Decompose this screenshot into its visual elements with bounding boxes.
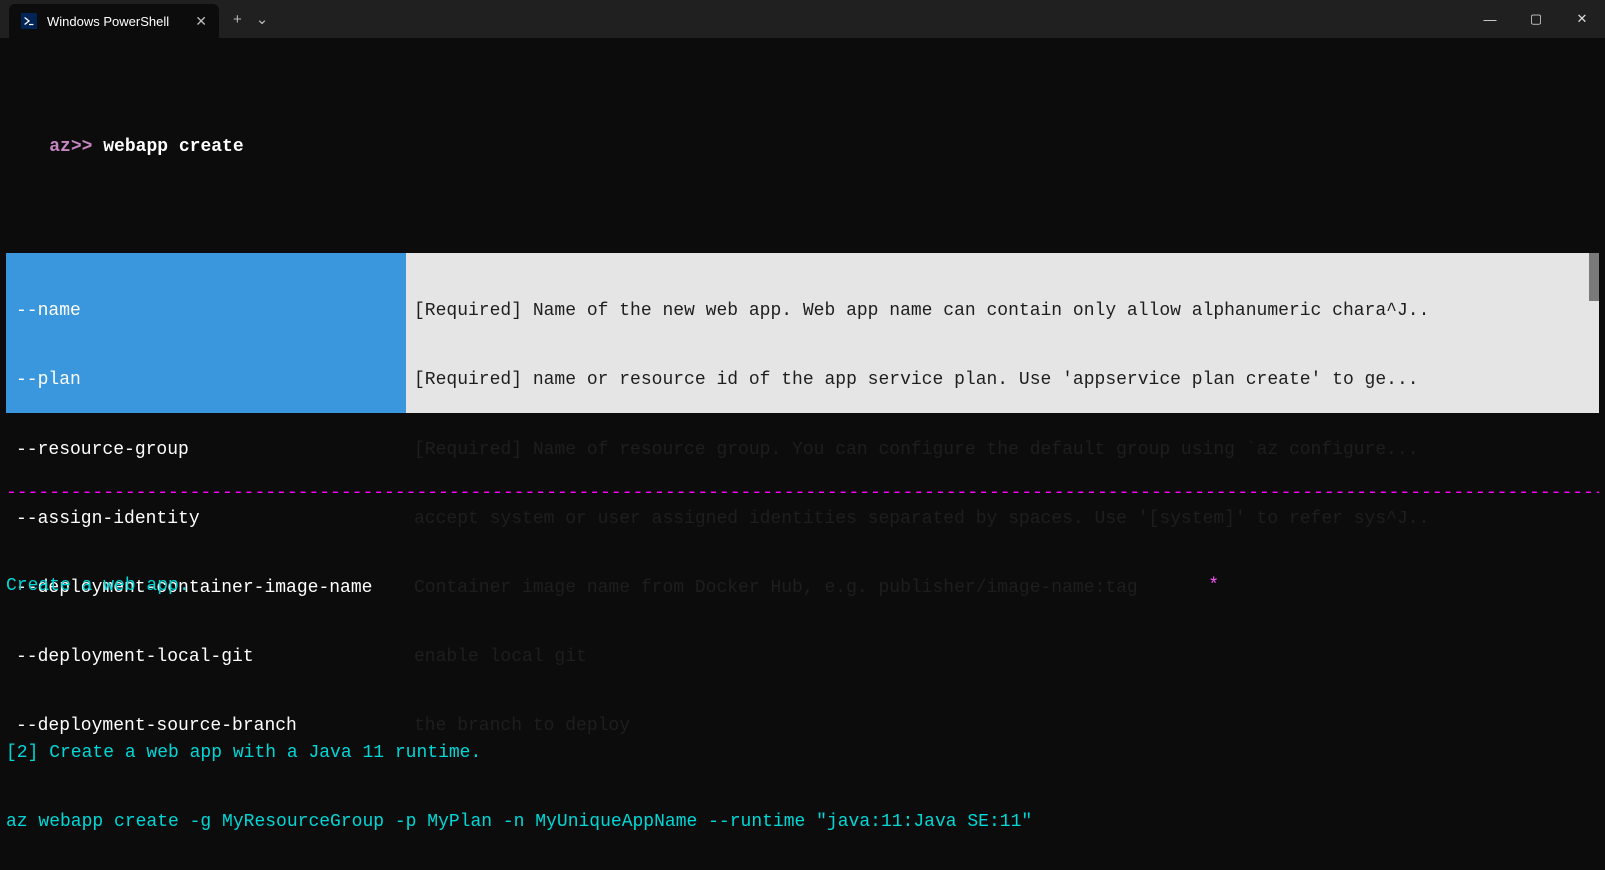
tab-title: Windows PowerShell: [47, 14, 185, 29]
close-button[interactable]: ✕: [1559, 0, 1605, 38]
suggestion-params[interactable]: --name --plan --resource-group --assign-…: [6, 253, 406, 413]
param-item[interactable]: --name: [16, 300, 396, 323]
command-description: Create a web app.: [6, 575, 190, 598]
terminal-area[interactable]: az>> webapp create --name --plan --resou…: [0, 38, 1605, 870]
param-item[interactable]: --assign-identity: [16, 508, 396, 531]
maximize-button[interactable]: ▢: [1513, 0, 1559, 38]
prompt-prefix: az>>: [49, 137, 92, 157]
powershell-icon: [21, 13, 37, 29]
suggestion-descriptions: [Required] Name of the new web app. Web …: [406, 253, 1599, 413]
example-line: az webapp create -g MyResourceGroup -p M…: [6, 811, 1599, 834]
minimize-button[interactable]: —: [1467, 0, 1513, 38]
param-desc: enable local git: [414, 646, 1591, 669]
tab-powershell[interactable]: Windows PowerShell ✕: [9, 4, 219, 38]
titlebar: Windows PowerShell ✕ + ⌄ — ▢ ✕: [0, 0, 1605, 38]
param-desc: Container image name from Docker Hub, e.…: [414, 577, 1591, 600]
param-item[interactable]: --deployment-source-branch: [16, 715, 396, 738]
param-desc: [Required] Name of resource group. You c…: [414, 439, 1591, 462]
prompt-command: webapp create: [92, 137, 243, 157]
param-item[interactable]: --resource-group: [16, 439, 396, 462]
param-item[interactable]: --deployment-local-git: [16, 646, 396, 669]
suggestion-scrollbar[interactable]: [1589, 253, 1599, 301]
param-desc: accept system or user assigned identitie…: [414, 508, 1591, 531]
prompt-line: az>> webapp create: [6, 113, 1599, 182]
param-desc: the branch to deploy: [414, 715, 1591, 738]
suggestion-popup: --name --plan --resource-group --assign-…: [6, 253, 1599, 413]
param-desc: [Required] name or resource id of the ap…: [414, 369, 1591, 392]
param-desc: [Required] Name of the new web app. Web …: [414, 300, 1591, 323]
param-item[interactable]: --plan: [16, 369, 396, 392]
tab-close-button[interactable]: ✕: [195, 13, 207, 30]
new-tab-button[interactable]: +: [233, 11, 242, 28]
tab-dropdown-button[interactable]: ⌄: [256, 10, 269, 28]
